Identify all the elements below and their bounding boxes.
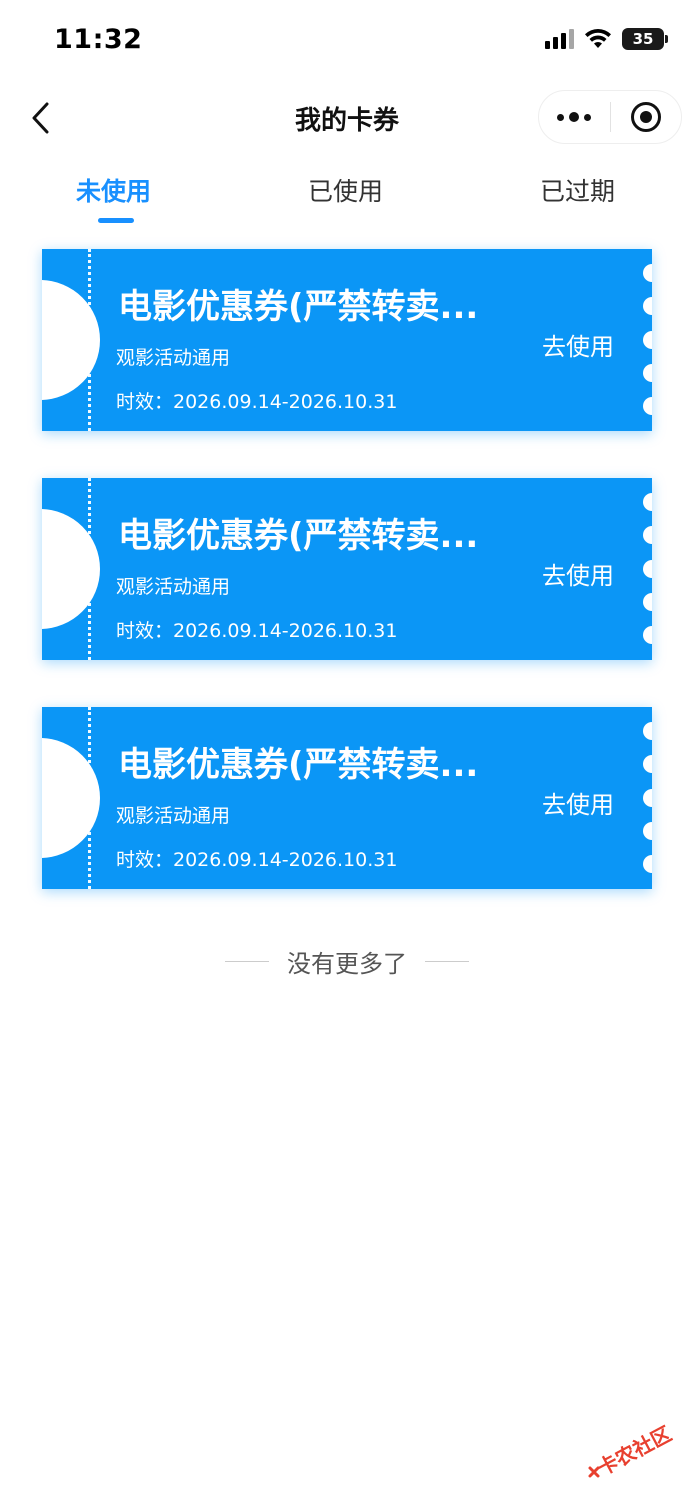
coupon-subtitle: 观影活动通用 [116,576,231,598]
tab-expired[interactable]: 已过期 [540,172,615,208]
coupon-edge-dot [643,364,652,382]
coupon-perforation [88,249,91,431]
no-more-text: 没有更多了 [287,950,407,978]
no-more-indicator: 没有更多了 [0,944,694,979]
coupon-title: 电影优惠券(严禁转卖... [118,287,479,327]
target-circle-icon [630,102,661,132]
coupon-edge-dot [643,722,652,740]
coupon-subtitle: 观影活动通用 [116,347,231,369]
community-watermark: 卡农社区 [586,1418,682,1482]
coupon-edge-dot [643,397,652,415]
divider-line [425,961,469,962]
coupon-title: 电影优惠券(严禁转卖... [118,516,479,556]
close-mini-program-button[interactable] [611,91,682,143]
coupon-edge-dot [643,755,652,773]
coupon-edge-dot [643,626,652,644]
tab-used[interactable]: 已使用 [308,172,383,208]
coupon-validity: 时效：2026.09.14-2026.10.31 [116,620,398,642]
coupon-card[interactable]: 电影优惠券(严禁转卖... 观影活动通用 时效：2026.09.14-2026.… [42,707,652,889]
use-coupon-button[interactable]: 去使用 [542,327,614,362]
watermark-text: 卡农社区 [594,1422,676,1481]
coupon-tabs: 未使用 已使用 已过期 [0,160,694,230]
coupon-edge-dot [643,593,652,611]
coupon-title: 电影优惠券(严禁转卖... [118,745,479,785]
coupon-validity: 时效：2026.09.14-2026.10.31 [116,391,398,413]
coupon-edge-dot [643,822,652,840]
coupon-edge-dot [643,331,652,349]
tab-indicator [98,218,134,223]
more-dots-icon [557,112,592,122]
more-button[interactable] [539,91,610,143]
coupon-notch [42,280,100,400]
coupon-notch [42,509,100,629]
coupon-edge-dot [643,560,652,578]
use-coupon-button[interactable]: 去使用 [542,785,614,820]
coupon-perforation [88,707,91,889]
divider-line [225,961,269,962]
battery-icon: 35 [622,28,668,50]
coupon-edge-dot [643,526,652,544]
coupon-validity: 时效：2026.09.14-2026.10.31 [116,849,398,871]
coupon-notch [42,738,100,858]
use-coupon-button[interactable]: 去使用 [542,556,614,591]
coupon-edge-dot [643,493,652,511]
coupon-edge-dot [643,789,652,807]
tab-unused[interactable]: 未使用 [76,172,151,208]
coupon-perforation [88,478,91,660]
mini-program-capsule [538,90,682,144]
status-time: 11:32 [54,24,143,55]
wifi-icon [584,28,612,50]
coupon-card[interactable]: 电影优惠券(严禁转卖... 观影活动通用 时效：2026.09.14-2026.… [42,249,652,431]
watermark-logo-icon: 卡农社区 [588,1422,676,1481]
status-bar: 11:32 35 [0,0,694,84]
coupon-edge-dot [643,297,652,315]
signal-icon [545,29,574,49]
coupon-subtitle: 观影活动通用 [116,805,231,827]
status-icons: 35 [545,28,668,50]
coupon-edge-dot [643,855,652,873]
nav-bar: 我的卡券 [0,84,694,152]
coupon-card[interactable]: 电影优惠券(严禁转卖... 观影活动通用 时效：2026.09.14-2026.… [42,478,652,660]
coupon-edge-dot [643,264,652,282]
